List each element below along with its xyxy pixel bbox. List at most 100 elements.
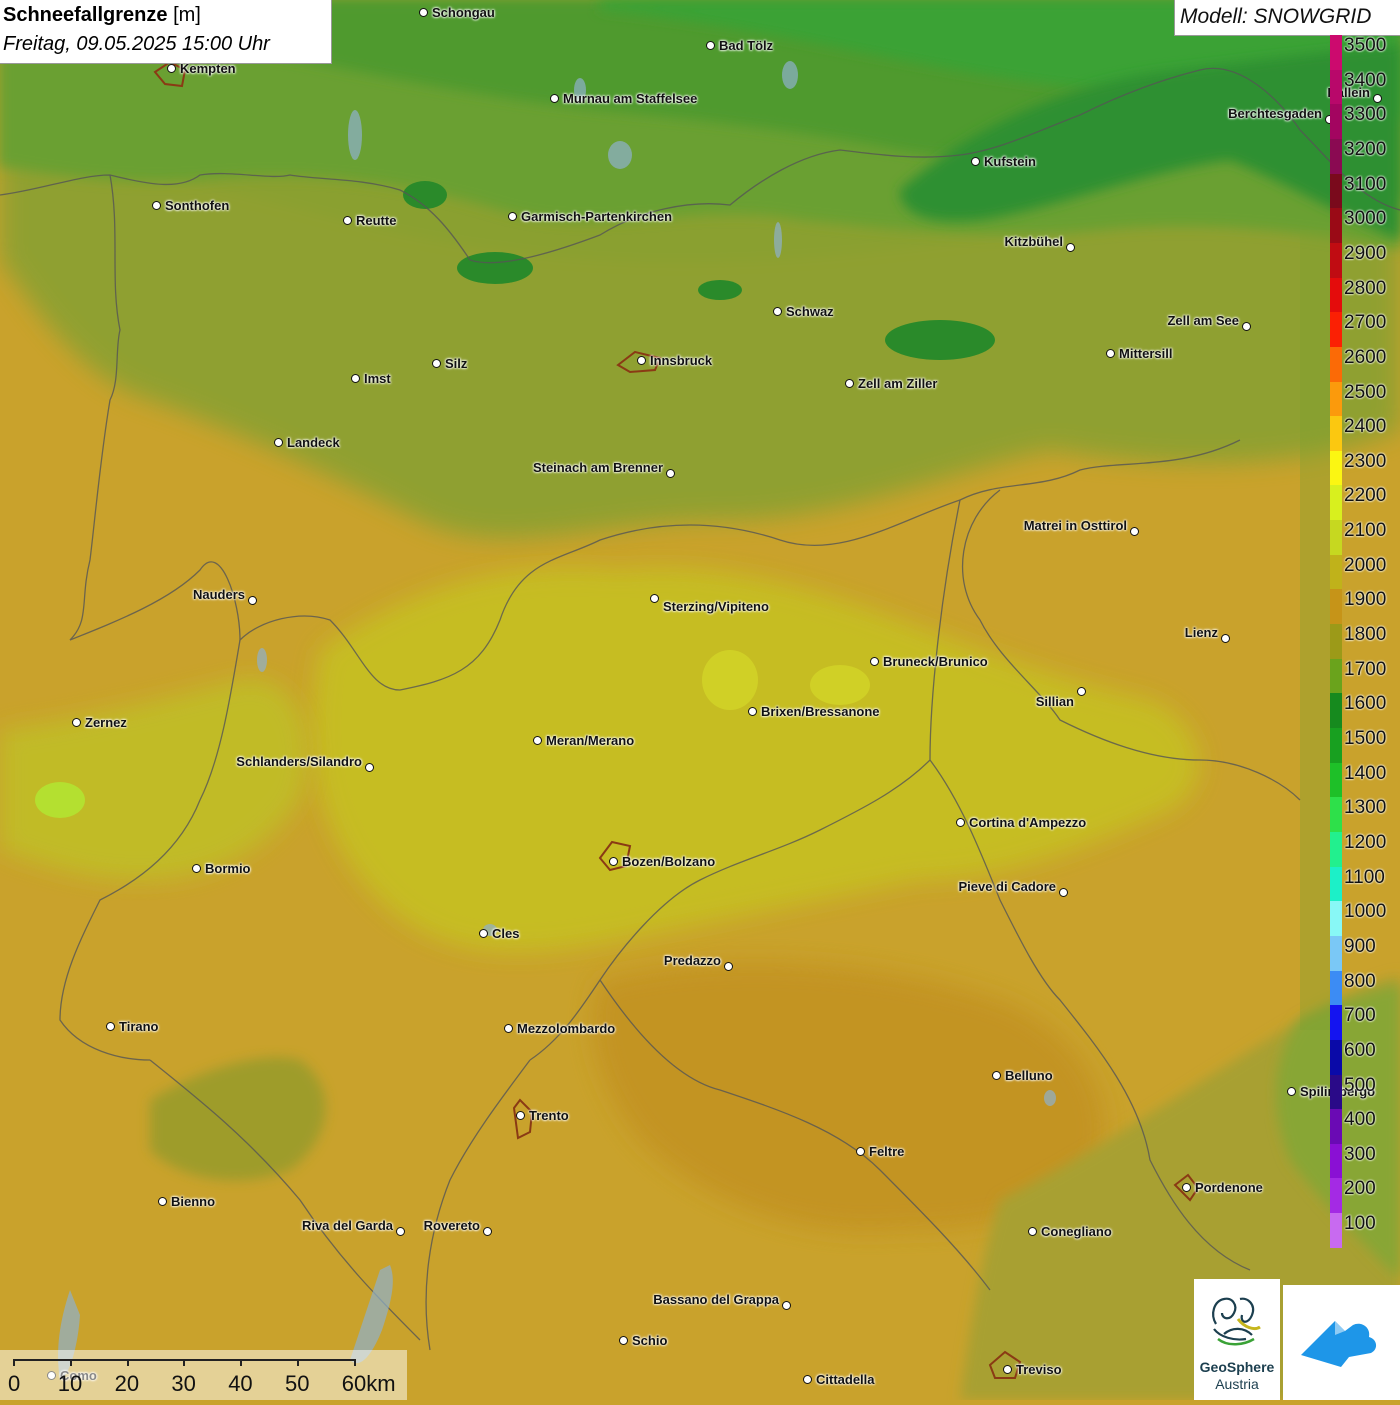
city-dot-icon: [666, 469, 675, 478]
city-dot-icon: [1221, 634, 1230, 643]
legend-label: 2400: [1344, 416, 1387, 438]
city-label: Bienno: [171, 1194, 216, 1209]
city-dot-icon: [1106, 349, 1115, 358]
city-label: Sonthofen: [165, 198, 230, 213]
city-dot-icon: [650, 594, 659, 603]
city-label: Riva del Garda: [301, 1218, 393, 1233]
legend-swatch: [1330, 416, 1342, 452]
city-dot-icon: [167, 64, 176, 73]
city-label: Garmisch-Partenkirchen: [521, 209, 673, 224]
legend-label: 2500: [1344, 381, 1387, 403]
legend-swatch: [1330, 728, 1342, 764]
legend-label: 2900: [1344, 242, 1387, 264]
geosphere-logo-line1: GeoSphere: [1199, 1359, 1275, 1375]
legend-swatch: [1330, 277, 1342, 313]
city-dot-icon: [870, 657, 879, 666]
city-dot-icon: [106, 1022, 115, 1031]
legend-label: 500: [1344, 1074, 1376, 1096]
city-label: Zell am See: [1167, 313, 1239, 328]
legend-label: 1600: [1344, 693, 1387, 715]
city-dot-icon: [533, 736, 542, 745]
geosphere-logo-line2: Austria: [1215, 1376, 1259, 1392]
city-label: Schlanders/Silandro: [236, 754, 362, 769]
legend-label: 1300: [1344, 797, 1387, 819]
city-label: Brixen/Bressanone: [761, 704, 880, 719]
legend-swatch: [1330, 104, 1342, 140]
scale-label: 40: [228, 1371, 253, 1396]
city-dot-icon: [1242, 322, 1251, 331]
city-dot-icon: [192, 864, 201, 873]
legend-label: 300: [1344, 1143, 1376, 1165]
legend-label: 2100: [1344, 520, 1387, 542]
legend-label: 800: [1344, 970, 1376, 992]
city-dot-icon: [1077, 687, 1086, 696]
city-label: Murnau am Staffelsee: [563, 91, 698, 106]
city-label: Steinach am Brenner: [532, 460, 663, 475]
city-dot-icon: [483, 1227, 492, 1236]
city-label: Bozen/Bolzano: [622, 854, 716, 869]
legend-label: 200: [1344, 1178, 1376, 1200]
city-label: Predazzo: [663, 953, 721, 968]
city-label: Trento: [529, 1108, 569, 1123]
city-dot-icon: [856, 1147, 865, 1156]
legend-label: 3300: [1344, 104, 1387, 126]
city-label: Bad Tölz: [719, 38, 774, 53]
legend-label: 1000: [1344, 901, 1387, 923]
city-label: Sillian: [1035, 694, 1074, 709]
city-label: Bormio: [205, 861, 251, 876]
city-label: Treviso: [1016, 1362, 1062, 1377]
city-label: Schio: [632, 1333, 668, 1348]
geosphere-logo: GeoSphere Austria: [1194, 1279, 1280, 1400]
scale-bar: 0 10 20 30 40 50 60km: [0, 1350, 407, 1400]
legend-label: 900: [1344, 935, 1376, 957]
scale-tick: [69, 1359, 72, 1366]
city-dot-icon: [343, 216, 352, 225]
legend-swatch: [1330, 450, 1342, 486]
city-dot-icon: [773, 307, 782, 316]
city-dot-icon: [351, 374, 360, 383]
city-dot-icon: [508, 212, 517, 221]
legend-swatch: [1330, 346, 1342, 382]
city-dot-icon: [803, 1375, 812, 1384]
city-dot-icon: [396, 1227, 405, 1236]
title-box: Schneefallgrenze [m] Freitag, 09.05.2025…: [0, 0, 332, 64]
city-label: Landeck: [287, 435, 340, 450]
city-label: Sterzing/Vipiteno: [663, 599, 769, 614]
legend-swatch: [1330, 970, 1342, 1006]
city-dot-icon: [1182, 1183, 1191, 1192]
city-dot-icon: [1373, 94, 1382, 103]
city-label: Cortina d'Ampezzo: [969, 815, 1087, 830]
legend-swatch: [1330, 866, 1342, 902]
city-dot-icon: [432, 359, 441, 368]
city-label: Zell am Ziller: [858, 376, 938, 391]
city-label: Zernez: [85, 715, 127, 730]
scale-label: 10: [57, 1371, 83, 1396]
legend-label: 3400: [1344, 69, 1387, 91]
city-dot-icon: [748, 707, 757, 716]
legend-swatch: [1330, 1039, 1342, 1075]
legend-label: 100: [1344, 1213, 1376, 1235]
legend-swatch: [1330, 520, 1342, 556]
city-dot-icon: [1028, 1227, 1037, 1236]
legend-label: 2700: [1344, 312, 1387, 334]
city-label: Mittersill: [1119, 346, 1173, 361]
map-datetime: Freitag, 09.05.2025 15:00 Uhr: [3, 33, 270, 55]
city-dot-icon: [72, 718, 81, 727]
legend-label: 1700: [1344, 658, 1387, 680]
city-label: Pieve di Cadore: [958, 879, 1056, 894]
city-label: Kempten: [180, 61, 236, 76]
legend-label: 1200: [1344, 831, 1387, 853]
city-dot-icon: [1066, 243, 1075, 252]
legend-swatch: [1330, 1178, 1342, 1214]
city-dot-icon: [992, 1071, 1001, 1080]
legend-label: 400: [1344, 1109, 1376, 1131]
legend-swatch: [1330, 173, 1342, 209]
city-label: Nauders: [192, 587, 245, 602]
legend-swatch: [1330, 1005, 1342, 1041]
city-label: Silz: [445, 356, 468, 371]
legend-label: 600: [1344, 1039, 1376, 1061]
city-label: Tirano: [119, 1019, 159, 1034]
model-label-box: Modell: SNOWGRID: [1174, 0, 1400, 36]
legend-swatch: [1330, 554, 1342, 590]
scale-tick: [297, 1359, 299, 1366]
